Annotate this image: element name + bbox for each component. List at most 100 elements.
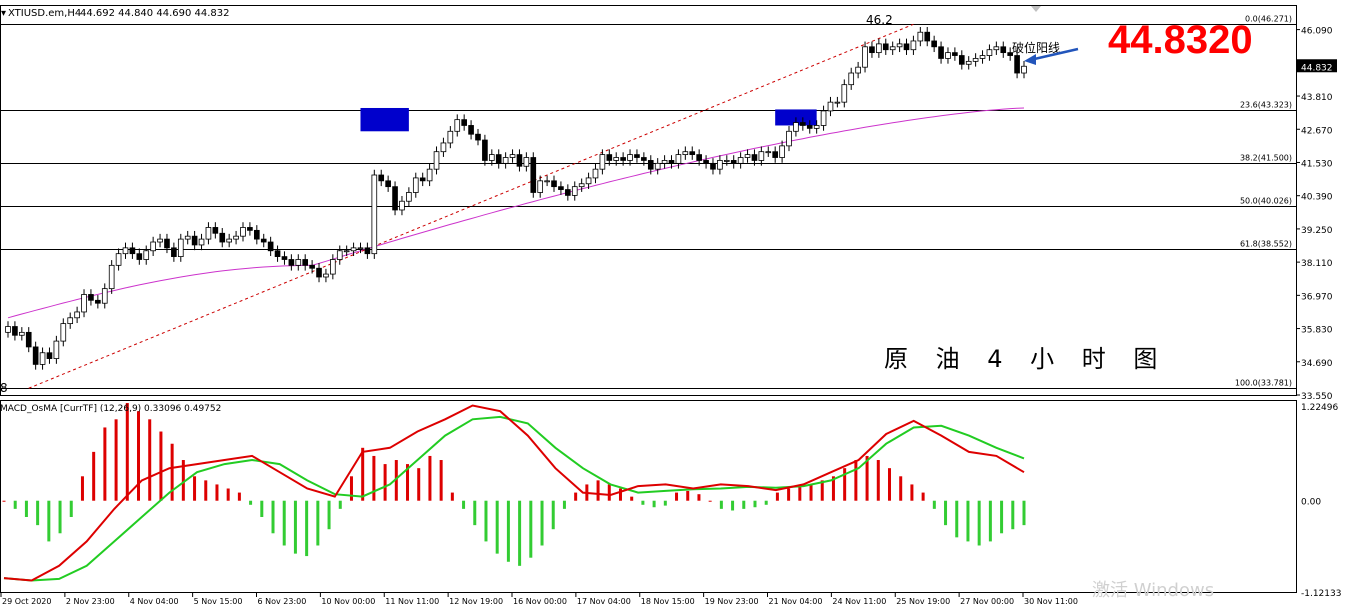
candle-body xyxy=(316,267,322,278)
candle-body xyxy=(74,311,80,319)
candle-body xyxy=(19,331,25,336)
candle-body xyxy=(558,186,564,190)
macd-histogram-bar xyxy=(596,480,600,501)
macd-histogram-bar xyxy=(955,500,959,538)
candle-body xyxy=(81,294,87,313)
candle-body xyxy=(903,43,910,51)
price-axis-label: 44.832 xyxy=(1301,63,1333,73)
candle-body xyxy=(682,151,689,156)
big-price-readout: 44.8320 xyxy=(1108,18,1253,62)
macd-histogram-bar xyxy=(887,468,891,501)
candle-body xyxy=(641,157,647,161)
macd-histogram-bar xyxy=(372,455,376,501)
candle-body xyxy=(60,323,67,342)
time-axis: 29 Oct 2020 2 Nov 23:00 4 Nov 04:00 5 Nov 1… xyxy=(0,592,1078,604)
candle-body xyxy=(952,52,958,56)
candle-body xyxy=(495,154,502,164)
macd-histogram-bar xyxy=(69,500,73,517)
macd-histogram-bar xyxy=(36,500,40,526)
macd-histogram-bar xyxy=(764,500,768,505)
macd-histogram-bar xyxy=(1022,500,1026,526)
candle-body xyxy=(800,122,806,126)
candle-body xyxy=(634,154,640,158)
candle-body xyxy=(240,227,246,237)
macd-histogram-bar xyxy=(753,500,757,508)
candle-body xyxy=(281,256,288,260)
macd-histogram-bar xyxy=(708,500,712,502)
macd-histogram-bar xyxy=(686,490,690,501)
candle-body xyxy=(530,157,537,193)
candle-body xyxy=(385,180,391,188)
macd-histogram-bar xyxy=(731,500,735,511)
candle-body xyxy=(938,46,944,59)
candle-body xyxy=(779,145,785,158)
shift-marker-icon[interactable] xyxy=(1031,6,1041,12)
candle-body xyxy=(509,154,516,158)
candle-body xyxy=(364,247,371,255)
candle-body xyxy=(703,160,709,164)
candle-body xyxy=(668,160,675,164)
macd-histogram-bar xyxy=(383,464,387,501)
candle-body xyxy=(917,31,924,42)
candle-body xyxy=(523,157,530,167)
macd-histogram-bar xyxy=(787,488,791,501)
macd-histogram-bar xyxy=(305,500,309,557)
candle-body xyxy=(447,130,454,144)
candle-body xyxy=(972,58,979,62)
candle-body xyxy=(198,238,205,246)
macd-histogram-bar xyxy=(473,500,477,526)
macd-histogram-bar xyxy=(910,484,914,501)
candle-body xyxy=(475,133,481,141)
candle-body xyxy=(191,235,198,246)
candle-body xyxy=(965,60,972,65)
candle-body xyxy=(896,43,903,48)
candle-body xyxy=(675,154,682,164)
macd-histogram-bar xyxy=(293,500,297,554)
candle-body xyxy=(855,66,861,74)
candle-body xyxy=(544,180,550,183)
chart-dropdown-icon[interactable]: ▾ xyxy=(1,8,6,19)
candle-body xyxy=(468,125,474,135)
candle-body xyxy=(426,168,433,182)
price-axis-label: 39.250 xyxy=(1301,226,1333,236)
candle-body xyxy=(654,162,661,170)
macd-histogram xyxy=(2,403,1026,566)
candle-body xyxy=(419,177,426,182)
candle-body xyxy=(647,160,654,170)
time-axis-label: 18 Nov 15:00 xyxy=(641,597,695,604)
low-label: 8 xyxy=(0,381,8,395)
candle-body xyxy=(330,259,336,275)
macd-histogram-bar xyxy=(630,496,634,501)
macd-histogram-bar xyxy=(271,500,275,534)
macd-histogram-bar xyxy=(495,500,499,554)
break-annotation: 破位阳线 xyxy=(1012,40,1060,55)
candle-body xyxy=(247,227,253,231)
macd-histogram-bar xyxy=(249,500,253,505)
candle-body xyxy=(958,55,965,65)
macd-axis-label: -1.12133 xyxy=(1301,589,1341,599)
candle-body xyxy=(412,177,419,193)
macd-histogram-bar xyxy=(361,447,365,501)
chart-title-cn: 原 油 4 小 时 图 xyxy=(884,345,1157,373)
chart-root: 0.0(46.271)23.6(43.323)38.2(41.500)50.0(… xyxy=(0,5,1341,604)
macd-signal-line xyxy=(3,415,1025,582)
candle-body xyxy=(585,177,592,185)
macd-lines xyxy=(3,404,1025,582)
macd-indicator-label: MACD_OsMA [CurrTF] (12,26,9) 0.33096 0.4… xyxy=(0,404,221,414)
time-axis-label: 6 Nov 23:00 xyxy=(258,597,307,604)
macd-histogram-bar xyxy=(529,500,533,558)
candle-body xyxy=(5,326,11,333)
candle-body xyxy=(25,331,32,348)
candle-body xyxy=(177,238,184,257)
candle-body xyxy=(371,174,378,255)
time-axis-label: 27 Nov 00:00 xyxy=(960,597,1014,604)
fib-label: 23.6(43.323) xyxy=(1240,101,1292,110)
windows-watermark: 激活 Windows xyxy=(1092,580,1214,601)
candle-body xyxy=(32,346,39,365)
candle-body xyxy=(323,273,329,278)
macd-histogram-bar xyxy=(697,494,701,501)
peak-label: 46.2 xyxy=(866,13,893,27)
macd-histogram-bar xyxy=(92,451,96,501)
price-axis-label: 40.390 xyxy=(1301,193,1333,203)
candle-body xyxy=(39,352,46,365)
